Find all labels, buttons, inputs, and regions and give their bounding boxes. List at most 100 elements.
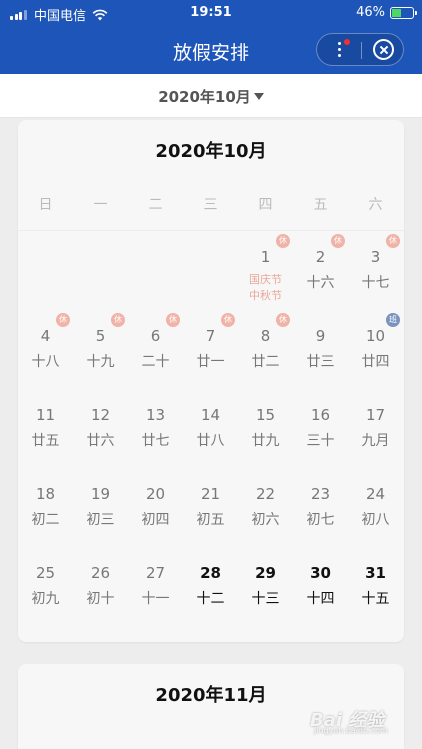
- carrier-label: 中国电信: [34, 9, 87, 24]
- calendar-day[interactable]: 7 廿一 休: [183, 313, 238, 387]
- calendar-day[interactable]: 23 初七: [293, 485, 348, 545]
- lunar-date: 十二: [196, 591, 225, 607]
- calendar-day[interactable]: 16 三十: [293, 406, 348, 466]
- more-button[interactable]: [317, 34, 361, 65]
- day-number: 27: [145, 564, 166, 582]
- lunar-date: 初六: [251, 512, 280, 528]
- calendar-day[interactable]: 18 初二: [18, 485, 73, 545]
- cellular-signal-icon: [10, 9, 28, 20]
- calendar-day[interactable]: 21 初五: [183, 485, 238, 545]
- day-number: 10: [365, 327, 386, 345]
- calendar-day[interactable]: 4 十八 休: [18, 313, 73, 387]
- calendar-day[interactable]: 13 廿七: [128, 406, 183, 466]
- month-selector-label: 2020年10月: [158, 88, 251, 106]
- calendar-day[interactable]: 1 国庆节 中秋节 休: [238, 234, 293, 308]
- day-number: 6: [150, 327, 161, 345]
- day-number: 19: [90, 485, 111, 503]
- day-number: 16: [310, 406, 331, 424]
- lunar-date: 十九: [86, 354, 115, 370]
- notification-dot-icon: [344, 39, 350, 45]
- divider: [18, 230, 404, 231]
- weekday-label: 一: [93, 197, 108, 213]
- day-number: 18: [35, 485, 56, 503]
- wifi-icon: [92, 9, 108, 20]
- day-number: 26: [90, 564, 111, 582]
- day-number: 7: [205, 327, 216, 345]
- festival-label: 国庆节: [249, 273, 282, 286]
- lunar-date: 十六: [306, 275, 335, 291]
- calendar-day[interactable]: 5 十九 休: [73, 313, 128, 387]
- day-number: 15: [255, 406, 276, 424]
- calendar-day[interactable]: 25 初九: [18, 564, 73, 624]
- lunar-date: 初四: [141, 512, 170, 528]
- month-selector[interactable]: 2020年10月: [0, 86, 422, 107]
- watermark-url: jingyan.baidu.com: [314, 726, 388, 735]
- day-number: 29: [255, 564, 276, 582]
- lunar-date: 廿三: [306, 354, 335, 370]
- calendar-day[interactable]: 19 初三: [73, 485, 128, 545]
- calendar-day[interactable]: 17 九月: [348, 406, 403, 466]
- holiday-badge: 休: [111, 313, 125, 327]
- lunar-date: 廿七: [141, 433, 170, 449]
- holiday-badge: 休: [56, 313, 70, 327]
- lunar-date: 廿九: [251, 433, 280, 449]
- day-number: 22: [255, 485, 276, 503]
- holiday-badge: 休: [331, 234, 345, 248]
- calendar-day[interactable]: 31 十五: [348, 564, 403, 624]
- lunar-date: 三十: [306, 433, 335, 449]
- day-number: 23: [310, 485, 331, 503]
- lunar-date: 十七: [361, 275, 390, 291]
- calendar-day[interactable]: 26 初十: [73, 564, 128, 624]
- day-number: 28: [200, 564, 221, 582]
- calendar-day[interactable]: 3 十七 休: [348, 234, 403, 308]
- day-number: 2: [315, 248, 326, 266]
- calendar-day[interactable]: 15 廿九: [238, 406, 293, 466]
- lunar-date: 十一: [141, 591, 170, 607]
- lunar-date: 廿四: [361, 354, 390, 370]
- day-number: 24: [365, 485, 386, 503]
- day-number: 3: [370, 248, 381, 266]
- lunar-date: 廿一: [196, 354, 225, 370]
- lunar-date: 初十: [86, 591, 115, 607]
- weekday-label: 三: [203, 197, 218, 213]
- calendar-day[interactable]: 30 十四: [293, 564, 348, 624]
- calendar-day[interactable]: 28 十二: [183, 564, 238, 624]
- lunar-date: 廿五: [31, 433, 60, 449]
- weekday-label: 六: [368, 197, 383, 213]
- battery-icon: [390, 6, 417, 19]
- calendar-day[interactable]: 6 二十 休: [128, 313, 183, 387]
- calendar-day[interactable]: 11 廿五: [18, 406, 73, 466]
- weekday-label: 日: [38, 197, 53, 213]
- holiday-badge: 休: [166, 313, 180, 327]
- lunar-date: 廿二: [251, 354, 280, 370]
- day-number: 13: [145, 406, 166, 424]
- calendar-day[interactable]: 2 十六 休: [293, 234, 348, 308]
- lunar-date: 廿八: [196, 433, 225, 449]
- lunar-date: 初八: [361, 512, 390, 528]
- day-number: 11: [35, 406, 56, 424]
- lunar-date: 十八: [31, 354, 60, 370]
- calendar-day[interactable]: 22 初六: [238, 485, 293, 545]
- weekday-label: 四: [258, 197, 273, 213]
- calendar-day[interactable]: 10 廿四 班: [348, 313, 403, 387]
- close-button[interactable]: [362, 34, 404, 65]
- close-icon: [373, 39, 394, 60]
- lunar-date: 十五: [361, 591, 390, 607]
- month-title: 2020年10月: [155, 141, 267, 162]
- calendar-day[interactable]: 12 廿六: [73, 406, 128, 466]
- day-number: 21: [200, 485, 221, 503]
- lunar-date: 十三: [251, 591, 280, 607]
- calendar-day[interactable]: 14 廿八: [183, 406, 238, 466]
- calendar-day[interactable]: 9 廿三: [293, 327, 348, 387]
- baidu-jingyan-watermark: Bai 经验 jingyan.baidu.com: [310, 700, 400, 736]
- day-number: 4: [40, 327, 51, 345]
- month-selector-bar: 2020年10月: [0, 74, 422, 118]
- calendar-day[interactable]: 29 十三: [238, 564, 293, 624]
- lunar-date: 二十: [141, 354, 170, 370]
- day-number: 12: [90, 406, 111, 424]
- calendar-day[interactable]: 27 十一: [128, 564, 183, 624]
- calendar-day[interactable]: 20 初四: [128, 485, 183, 545]
- calendar-day[interactable]: 24 初八: [348, 485, 403, 545]
- day-number: 30: [310, 564, 331, 582]
- calendar-day[interactable]: 8 廿二 休: [238, 313, 293, 387]
